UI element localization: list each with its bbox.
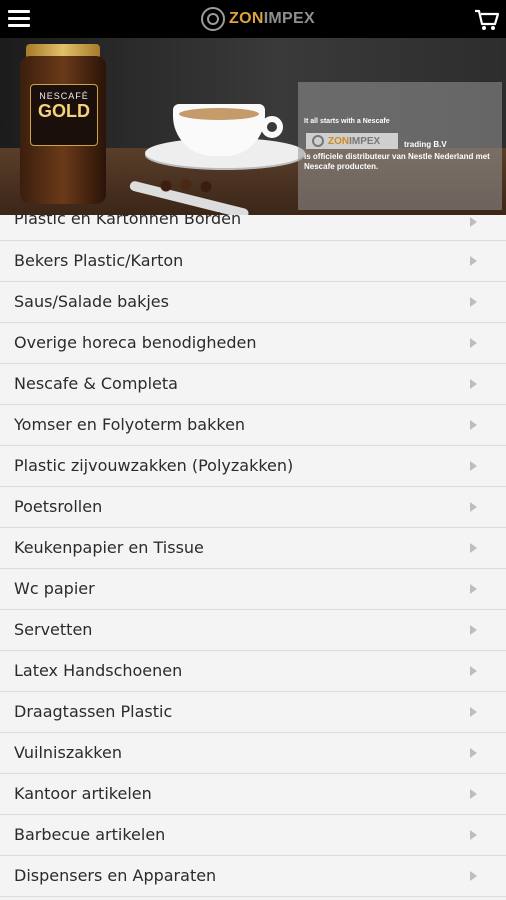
logo-wordmark: ZONIMPEX xyxy=(229,10,315,28)
jar-brand: NESCAFÉ xyxy=(39,91,89,101)
category-row[interactable]: Dispensers en Apparaten xyxy=(0,856,506,897)
category-label: Poetsrollen xyxy=(14,497,103,516)
category-row[interactable]: Plastic en Kartonnen Borden xyxy=(0,209,506,241)
category-label: Draagtassen Plastic xyxy=(14,702,173,721)
hamburger-icon[interactable] xyxy=(8,10,30,28)
chevron-right-icon xyxy=(470,297,477,307)
category-label: Dispensers en Apparaten xyxy=(14,866,217,885)
category-row[interactable]: Bekers Plastic/Karton xyxy=(0,241,506,282)
promo-tagline: It all starts with a Nescafe xyxy=(304,118,390,125)
promo-text-panel: It all starts with a Nescafe ZON IMPEX tr… xyxy=(298,82,502,210)
category-row[interactable]: Nescafe & Completa xyxy=(0,364,506,405)
chevron-right-icon xyxy=(470,256,477,266)
category-row[interactable]: Overige horeca benodigheden xyxy=(0,323,506,364)
category-label: Latex Handschoenen xyxy=(14,661,183,680)
chevron-right-icon xyxy=(470,338,477,348)
category-label: Yomser en Folyoterm bakken xyxy=(14,415,246,434)
promo-banner[interactable]: NESCAFÉ GOLD It all starts with a Nescaf… xyxy=(0,38,506,215)
promo-trading: trading B.V xyxy=(404,140,447,149)
globe-icon xyxy=(201,7,225,31)
chevron-right-icon xyxy=(470,502,477,512)
globe-icon xyxy=(312,135,324,147)
chevron-right-icon xyxy=(470,543,477,553)
chevron-right-icon xyxy=(470,217,477,227)
logo-zon: ZON xyxy=(229,10,264,27)
chevron-right-icon xyxy=(470,420,477,430)
chevron-right-icon xyxy=(470,625,477,635)
category-row[interactable]: Latex Handschoenen xyxy=(0,651,506,692)
shopping-cart-icon[interactable] xyxy=(474,8,500,32)
category-label: Nescafe & Completa xyxy=(14,374,178,393)
chevron-right-icon xyxy=(470,748,477,758)
category-row[interactable]: Yomser en Folyoterm bakken xyxy=(0,405,506,446)
chevron-right-icon xyxy=(470,379,477,389)
category-label: Vuilniszakken xyxy=(14,743,122,762)
category-row[interactable]: Servetten xyxy=(0,610,506,651)
app-header: ZONIMPEX xyxy=(0,0,506,38)
category-label: Servetten xyxy=(14,620,93,639)
promo-logo: ZON IMPEX xyxy=(306,133,398,149)
jar-product: GOLD xyxy=(38,101,90,121)
category-label: Saus/Salade bakjes xyxy=(14,292,169,311)
category-label: Kantoor artikelen xyxy=(14,784,152,803)
zonimpex-logo[interactable]: ZONIMPEX xyxy=(201,6,315,32)
coffee-cup-image xyxy=(145,104,305,168)
category-row[interactable]: Kantoor artikelen xyxy=(0,774,506,815)
category-label: Plastic zijvouwzakken (Polyzakken) xyxy=(14,456,294,475)
chevron-right-icon xyxy=(470,707,477,717)
chevron-right-icon xyxy=(470,871,477,881)
chevron-right-icon xyxy=(470,789,477,799)
category-list: Plastic en Kartonnen Borden Bekers Plasti… xyxy=(0,209,506,897)
category-label: Barbecue artikelen xyxy=(14,825,166,844)
category-row[interactable]: Draagtassen Plastic xyxy=(0,692,506,733)
category-row[interactable]: Saus/Salade bakjes xyxy=(0,282,506,323)
promo-logo-impex: IMPEX xyxy=(349,135,381,147)
category-label: Bekers Plastic/Karton xyxy=(14,251,184,270)
category-row[interactable]: Poetsrollen xyxy=(0,487,506,528)
coffee-beans-image xyxy=(150,178,230,194)
category-row[interactable]: Wc papier xyxy=(0,569,506,610)
chevron-right-icon xyxy=(470,830,477,840)
category-row[interactable]: Vuilniszakken xyxy=(0,733,506,774)
logo-impex: IMPEX xyxy=(263,10,315,27)
promo-description: is officiele distributeur van Nestle Ned… xyxy=(304,152,490,171)
category-row[interactable]: Plastic zijvouwzakken (Polyzakken) xyxy=(0,446,506,487)
category-label: Keukenpapier en Tissue xyxy=(14,538,204,557)
category-label: Overige horeca benodigheden xyxy=(14,333,257,352)
category-row[interactable]: Barbecue artikelen xyxy=(0,815,506,856)
category-label: Plastic en Kartonnen Borden xyxy=(14,209,242,228)
chevron-right-icon xyxy=(470,666,477,676)
chevron-right-icon xyxy=(470,584,477,594)
chevron-right-icon xyxy=(470,461,477,471)
nescafe-gold-jar-image: NESCAFÉ GOLD xyxy=(20,44,106,204)
category-row[interactable]: Keukenpapier en Tissue xyxy=(0,528,506,569)
category-label: Wc papier xyxy=(14,579,95,598)
promo-logo-zon: ZON xyxy=(328,135,350,147)
